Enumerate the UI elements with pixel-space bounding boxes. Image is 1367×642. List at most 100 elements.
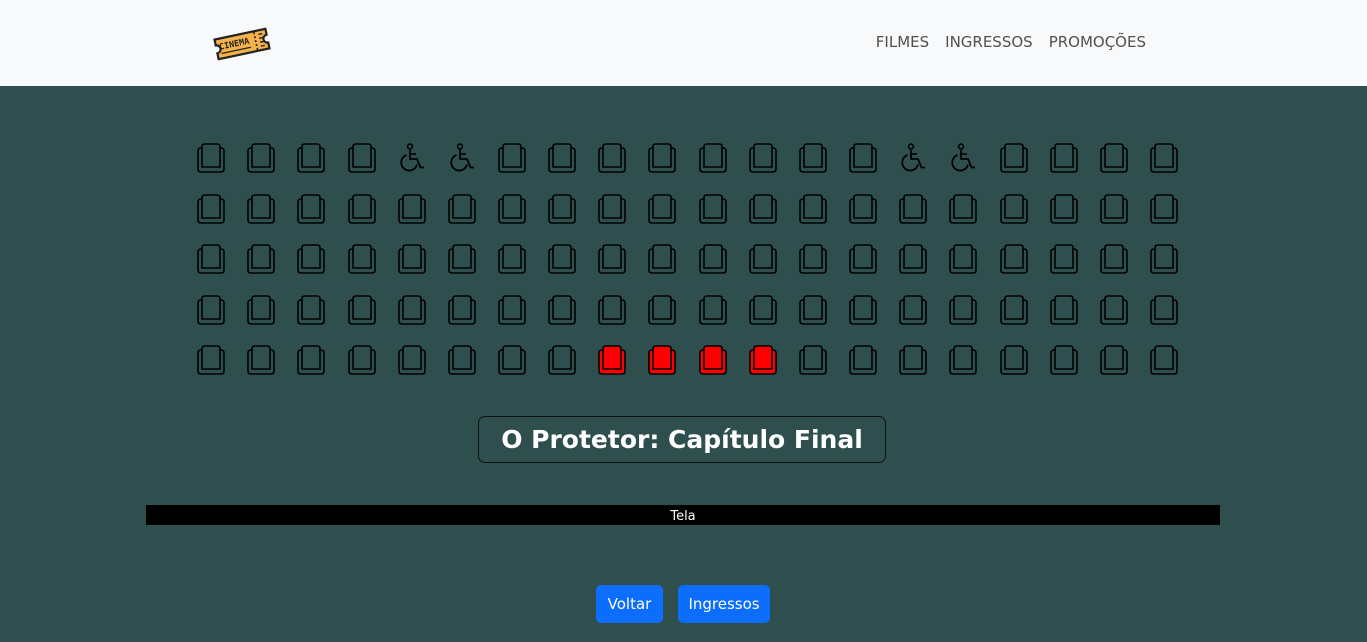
seat-icon[interactable] [637,294,687,330]
seat-icon[interactable] [537,243,587,279]
seat-icon[interactable] [437,193,487,229]
seat-icon[interactable] [186,344,236,380]
seat-icon[interactable] [186,142,236,178]
seat-icon[interactable] [1039,193,1089,229]
selected-seat-icon[interactable] [688,344,738,380]
seat-icon[interactable] [487,344,537,380]
nav-link-promocoes[interactable]: PROMOÇÕES [1049,33,1146,51]
seat-icon[interactable] [1139,142,1189,178]
seat-icon[interactable] [788,193,838,229]
seat-icon[interactable] [387,294,437,330]
seat-icon[interactable] [286,142,336,178]
seat-icon[interactable] [537,344,587,380]
seat-icon[interactable] [236,243,286,279]
seat-icon[interactable] [688,193,738,229]
seat-icon[interactable] [938,294,988,330]
seat-icon[interactable] [838,193,888,229]
nav-link-ingressos[interactable]: INGRESSOS [945,33,1033,51]
seat-icon[interactable] [236,193,286,229]
seat-icon[interactable] [387,344,437,380]
seat-icon[interactable] [236,142,286,178]
seat-icon[interactable] [788,344,838,380]
seat-icon[interactable] [1139,294,1189,330]
seat-icon[interactable] [537,193,587,229]
seat-icon[interactable] [938,344,988,380]
seat-icon[interactable] [236,294,286,330]
seat-icon[interactable] [838,344,888,380]
seat-icon[interactable] [186,193,236,229]
seat-icon[interactable] [387,193,437,229]
seat-icon[interactable] [1139,193,1189,229]
seat-icon[interactable] [989,294,1039,330]
seat-icon[interactable] [989,142,1039,178]
selected-seat-icon[interactable] [637,344,687,380]
seat-icon[interactable] [1089,243,1139,279]
seat-icon[interactable] [888,294,938,330]
seat-icon[interactable] [286,344,336,380]
seat-icon[interactable] [989,243,1039,279]
seat-icon[interactable] [688,142,738,178]
seat-icon[interactable] [838,142,888,178]
seat-icon[interactable] [236,344,286,380]
seat-icon[interactable] [788,142,838,178]
seat-icon[interactable] [938,243,988,279]
seat-icon[interactable] [637,193,687,229]
seat-icon[interactable] [989,344,1039,380]
seat-icon[interactable] [537,294,587,330]
seat-icon[interactable] [487,142,537,178]
seat-icon[interactable] [637,243,687,279]
seat-icon[interactable] [1089,294,1139,330]
seat-icon[interactable] [1039,142,1089,178]
seat-icon[interactable] [487,193,537,229]
seat-icon[interactable] [688,294,738,330]
seat-icon[interactable] [838,294,888,330]
tickets-button[interactable]: Ingressos [678,585,770,623]
seat-icon[interactable] [1039,243,1089,279]
seat-icon[interactable] [336,294,386,330]
wheelchair-seat-icon[interactable] [888,142,938,178]
selected-seat-icon[interactable] [587,344,637,380]
seat-icon[interactable] [587,193,637,229]
seat-icon[interactable] [989,193,1039,229]
wheelchair-seat-icon[interactable] [387,142,437,178]
back-button[interactable]: Voltar [596,585,663,623]
seat-icon[interactable] [487,243,537,279]
seat-icon[interactable] [1139,243,1189,279]
seat-icon[interactable] [1039,294,1089,330]
seat-icon[interactable] [336,243,386,279]
seat-icon[interactable] [738,294,788,330]
seat-icon[interactable] [336,193,386,229]
seat-icon[interactable] [1089,344,1139,380]
nav-link-filmes[interactable]: FILMES [876,33,929,51]
seat-icon[interactable] [286,243,336,279]
seat-icon[interactable] [1089,142,1139,178]
wheelchair-seat-icon[interactable] [437,142,487,178]
seat-icon[interactable] [437,344,487,380]
seat-icon[interactable] [738,142,788,178]
seat-icon[interactable] [738,243,788,279]
seat-icon[interactable] [637,142,687,178]
seat-icon[interactable] [838,243,888,279]
seat-icon[interactable] [738,193,788,229]
seat-icon[interactable] [1139,344,1189,380]
seat-icon[interactable] [587,142,637,178]
seat-icon[interactable] [788,243,838,279]
selected-seat-icon[interactable] [738,344,788,380]
seat-icon[interactable] [1039,344,1089,380]
seat-icon[interactable] [437,294,487,330]
seat-icon[interactable] [587,243,637,279]
seat-icon[interactable] [587,294,637,330]
wheelchair-seat-icon[interactable] [938,142,988,178]
seat-icon[interactable] [336,142,386,178]
seat-icon[interactable] [788,294,838,330]
seat-icon[interactable] [1089,193,1139,229]
seat-icon[interactable] [537,142,587,178]
seat-icon[interactable] [688,243,738,279]
cinema-ticket-logo[interactable]: CINEMA [210,22,274,66]
seat-icon[interactable] [938,193,988,229]
seat-icon[interactable] [487,294,537,330]
seat-icon[interactable] [286,294,336,330]
seat-icon[interactable] [387,243,437,279]
seat-icon[interactable] [186,294,236,330]
seat-icon[interactable] [286,193,336,229]
